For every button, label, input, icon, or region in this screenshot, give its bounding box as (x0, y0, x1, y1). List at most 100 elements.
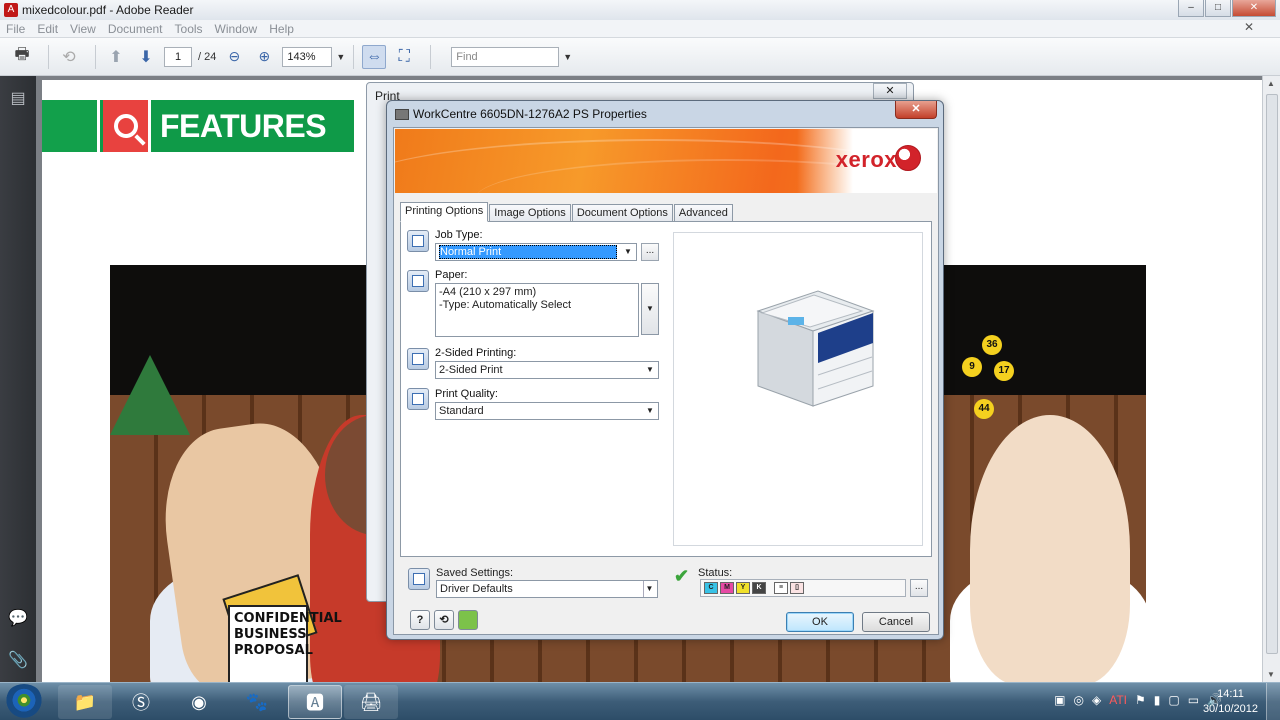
paper-summary[interactable]: -A4 (210 x 297 mm) -Type: Automatically … (435, 283, 639, 337)
paper-icon (407, 270, 429, 292)
features-banner: FEATURES (42, 100, 354, 152)
zoom-dropdown-icon[interactable]: ▼ (336, 52, 345, 62)
cancel-button[interactable]: Cancel (862, 612, 930, 632)
next-page-icon[interactable]: ⬇ (134, 45, 158, 69)
saved-settings-label: Saved Settings: (436, 567, 514, 579)
pages-panel-icon[interactable]: ▤ (8, 88, 28, 108)
job-type-select[interactable]: Normal Print ▼ (435, 243, 637, 261)
restore-defaults-icon[interactable]: ⟲ (434, 610, 454, 630)
adobe-reader-task-icon[interactable]: 🅰 (288, 685, 342, 719)
job-type-label: Job Type: (435, 229, 483, 241)
chevron-down-icon: ▼ (624, 247, 632, 256)
tray-power-icon[interactable]: ▭ (1188, 693, 1199, 707)
close-document-button[interactable]: ✕ (1244, 20, 1254, 34)
xerox-sphere-icon (895, 145, 921, 171)
illustration-tree (110, 355, 190, 435)
status-more-button[interactable]: ... (910, 579, 928, 597)
window-title: mixedcolour.pdf - Adobe Reader (22, 3, 194, 17)
paper-dropdown-button[interactable]: ▼ (641, 283, 659, 335)
tray-acrobat-icon[interactable]: ◈ (1092, 693, 1101, 707)
scroll-down-icon[interactable]: ▼ (1267, 670, 1275, 679)
tab-document-options[interactable]: Document Options (571, 204, 673, 222)
ok-button[interactable]: OK (786, 612, 854, 632)
printer-task-icon[interactable]: 🖨 (344, 685, 398, 719)
printer-icon[interactable]: 🖶 (10, 45, 34, 69)
menu-help[interactable]: Help (269, 22, 294, 36)
show-desktop-button[interactable] (1266, 683, 1280, 720)
menu-tools[interactable]: Tools (175, 22, 203, 36)
fit-width-icon[interactable]: ⇔ (362, 44, 387, 69)
vertical-scrollbar[interactable]: ▲ ▼ (1262, 76, 1280, 682)
properties-body: xerox Printing Options Image Options Doc… (393, 127, 939, 635)
start-button[interactable] (4, 684, 44, 720)
banner-block (42, 100, 100, 152)
saved-settings-value: Driver Defaults (440, 583, 513, 595)
zoom-out-icon[interactable]: ⊖ (222, 45, 246, 69)
saved-settings-select[interactable]: Driver Defaults ▼ (436, 580, 658, 598)
menu-view[interactable]: View (70, 22, 96, 36)
tray-device-icon[interactable]: ▢ (1168, 693, 1179, 707)
navigation-pane: ▤ 💬 📎 (0, 76, 36, 682)
two-sided-value: 2-Sided Print (439, 364, 503, 376)
maximize-button[interactable]: □ (1205, 0, 1231, 17)
skype-icon[interactable]: Ⓢ (114, 685, 168, 719)
status-ok-check-icon: ✔ (674, 566, 690, 586)
two-sided-icon (407, 348, 429, 370)
attachments-icon[interactable]: 📎 (8, 650, 28, 670)
paper-label: Paper: (435, 269, 468, 281)
eco-mode-icon[interactable] (458, 610, 478, 630)
two-sided-select[interactable]: 2-Sided Print ▼ (435, 361, 659, 379)
tray-network-icon[interactable]: ▮ (1154, 693, 1161, 707)
gimp-icon[interactable]: 🐾 (230, 685, 284, 719)
toolbar-separator (95, 44, 96, 69)
status-label: Status: (698, 567, 733, 579)
tray-hp-icon[interactable]: ◎ (1073, 693, 1083, 707)
tray-ati-icon[interactable]: ATI (1109, 693, 1127, 707)
properties-tabs: Printing Options Image Options Document … (400, 202, 734, 222)
printer-properties-dialog: WorkCentre 6605DN-1276A2 PS Properties ✕… (386, 100, 944, 640)
print-quality-select[interactable]: Standard ▼ (435, 402, 659, 420)
tray-flag-icon[interactable]: ⚑ (1135, 693, 1146, 707)
zoom-in-icon[interactable]: ⊕ (252, 45, 276, 69)
tab-image-options[interactable]: Image Options (489, 204, 571, 222)
chevron-down-icon: ▼ (643, 581, 655, 597)
paper-size: -A4 (210 x 297 mm) (439, 286, 537, 298)
close-window-button[interactable]: ✕ (1232, 0, 1276, 17)
previous-page-icon[interactable]: ⬆ (104, 45, 128, 69)
chrome-icon[interactable]: ◉ (172, 685, 226, 719)
toolbar-separator (430, 44, 432, 69)
comments-icon[interactable]: 💬 (8, 608, 28, 628)
number-badge: 36 (982, 335, 1002, 355)
fit-page-icon[interactable]: ⛶ (392, 45, 416, 69)
tray-monitor-icon[interactable]: ▣ (1054, 693, 1065, 707)
print-quality-icon (407, 388, 429, 410)
explorer-icon[interactable]: 📁 (58, 685, 112, 719)
menu-window[interactable]: Window (215, 22, 258, 36)
menu-document[interactable]: Document (108, 22, 163, 36)
menu-edit[interactable]: Edit (37, 22, 58, 36)
zoom-level-input[interactable]: 143% (282, 46, 333, 67)
printer-preview (673, 232, 923, 546)
number-badge: 44 (974, 399, 994, 419)
clock-date: 30/10/2012 (1202, 703, 1258, 715)
page-number-input[interactable]: 1 (164, 46, 192, 67)
scroll-up-icon[interactable]: ▲ (1267, 79, 1275, 88)
find-input[interactable]: Find (451, 46, 560, 67)
job-type-more-button[interactable]: ... (641, 243, 659, 261)
print-dialog-close-button[interactable]: ✕ (873, 83, 907, 99)
properties-close-button[interactable]: ✕ (895, 101, 937, 119)
print-quality-value: Standard (439, 405, 484, 417)
help-button[interactable]: ? (410, 610, 430, 630)
scrollbar-thumb[interactable] (1266, 94, 1278, 654)
features-heading: FEATURES (160, 108, 327, 144)
status-indicator[interactable]: C M Y K ≡ ▯ (700, 579, 906, 597)
share-icon[interactable]: ⟲ (57, 45, 81, 69)
tab-advanced[interactable]: Advanced (673, 204, 733, 222)
tab-printing-options[interactable]: Printing Options (400, 202, 489, 222)
minimize-button[interactable]: – (1178, 0, 1204, 17)
menu-file[interactable]: File (6, 22, 25, 36)
chevron-down-icon: ▼ (646, 406, 654, 415)
toolbar-separator (48, 44, 49, 69)
system-clock[interactable]: 14:11 30/10/2012 (1203, 687, 1258, 717)
find-dropdown-icon[interactable]: ▼ (563, 52, 572, 62)
